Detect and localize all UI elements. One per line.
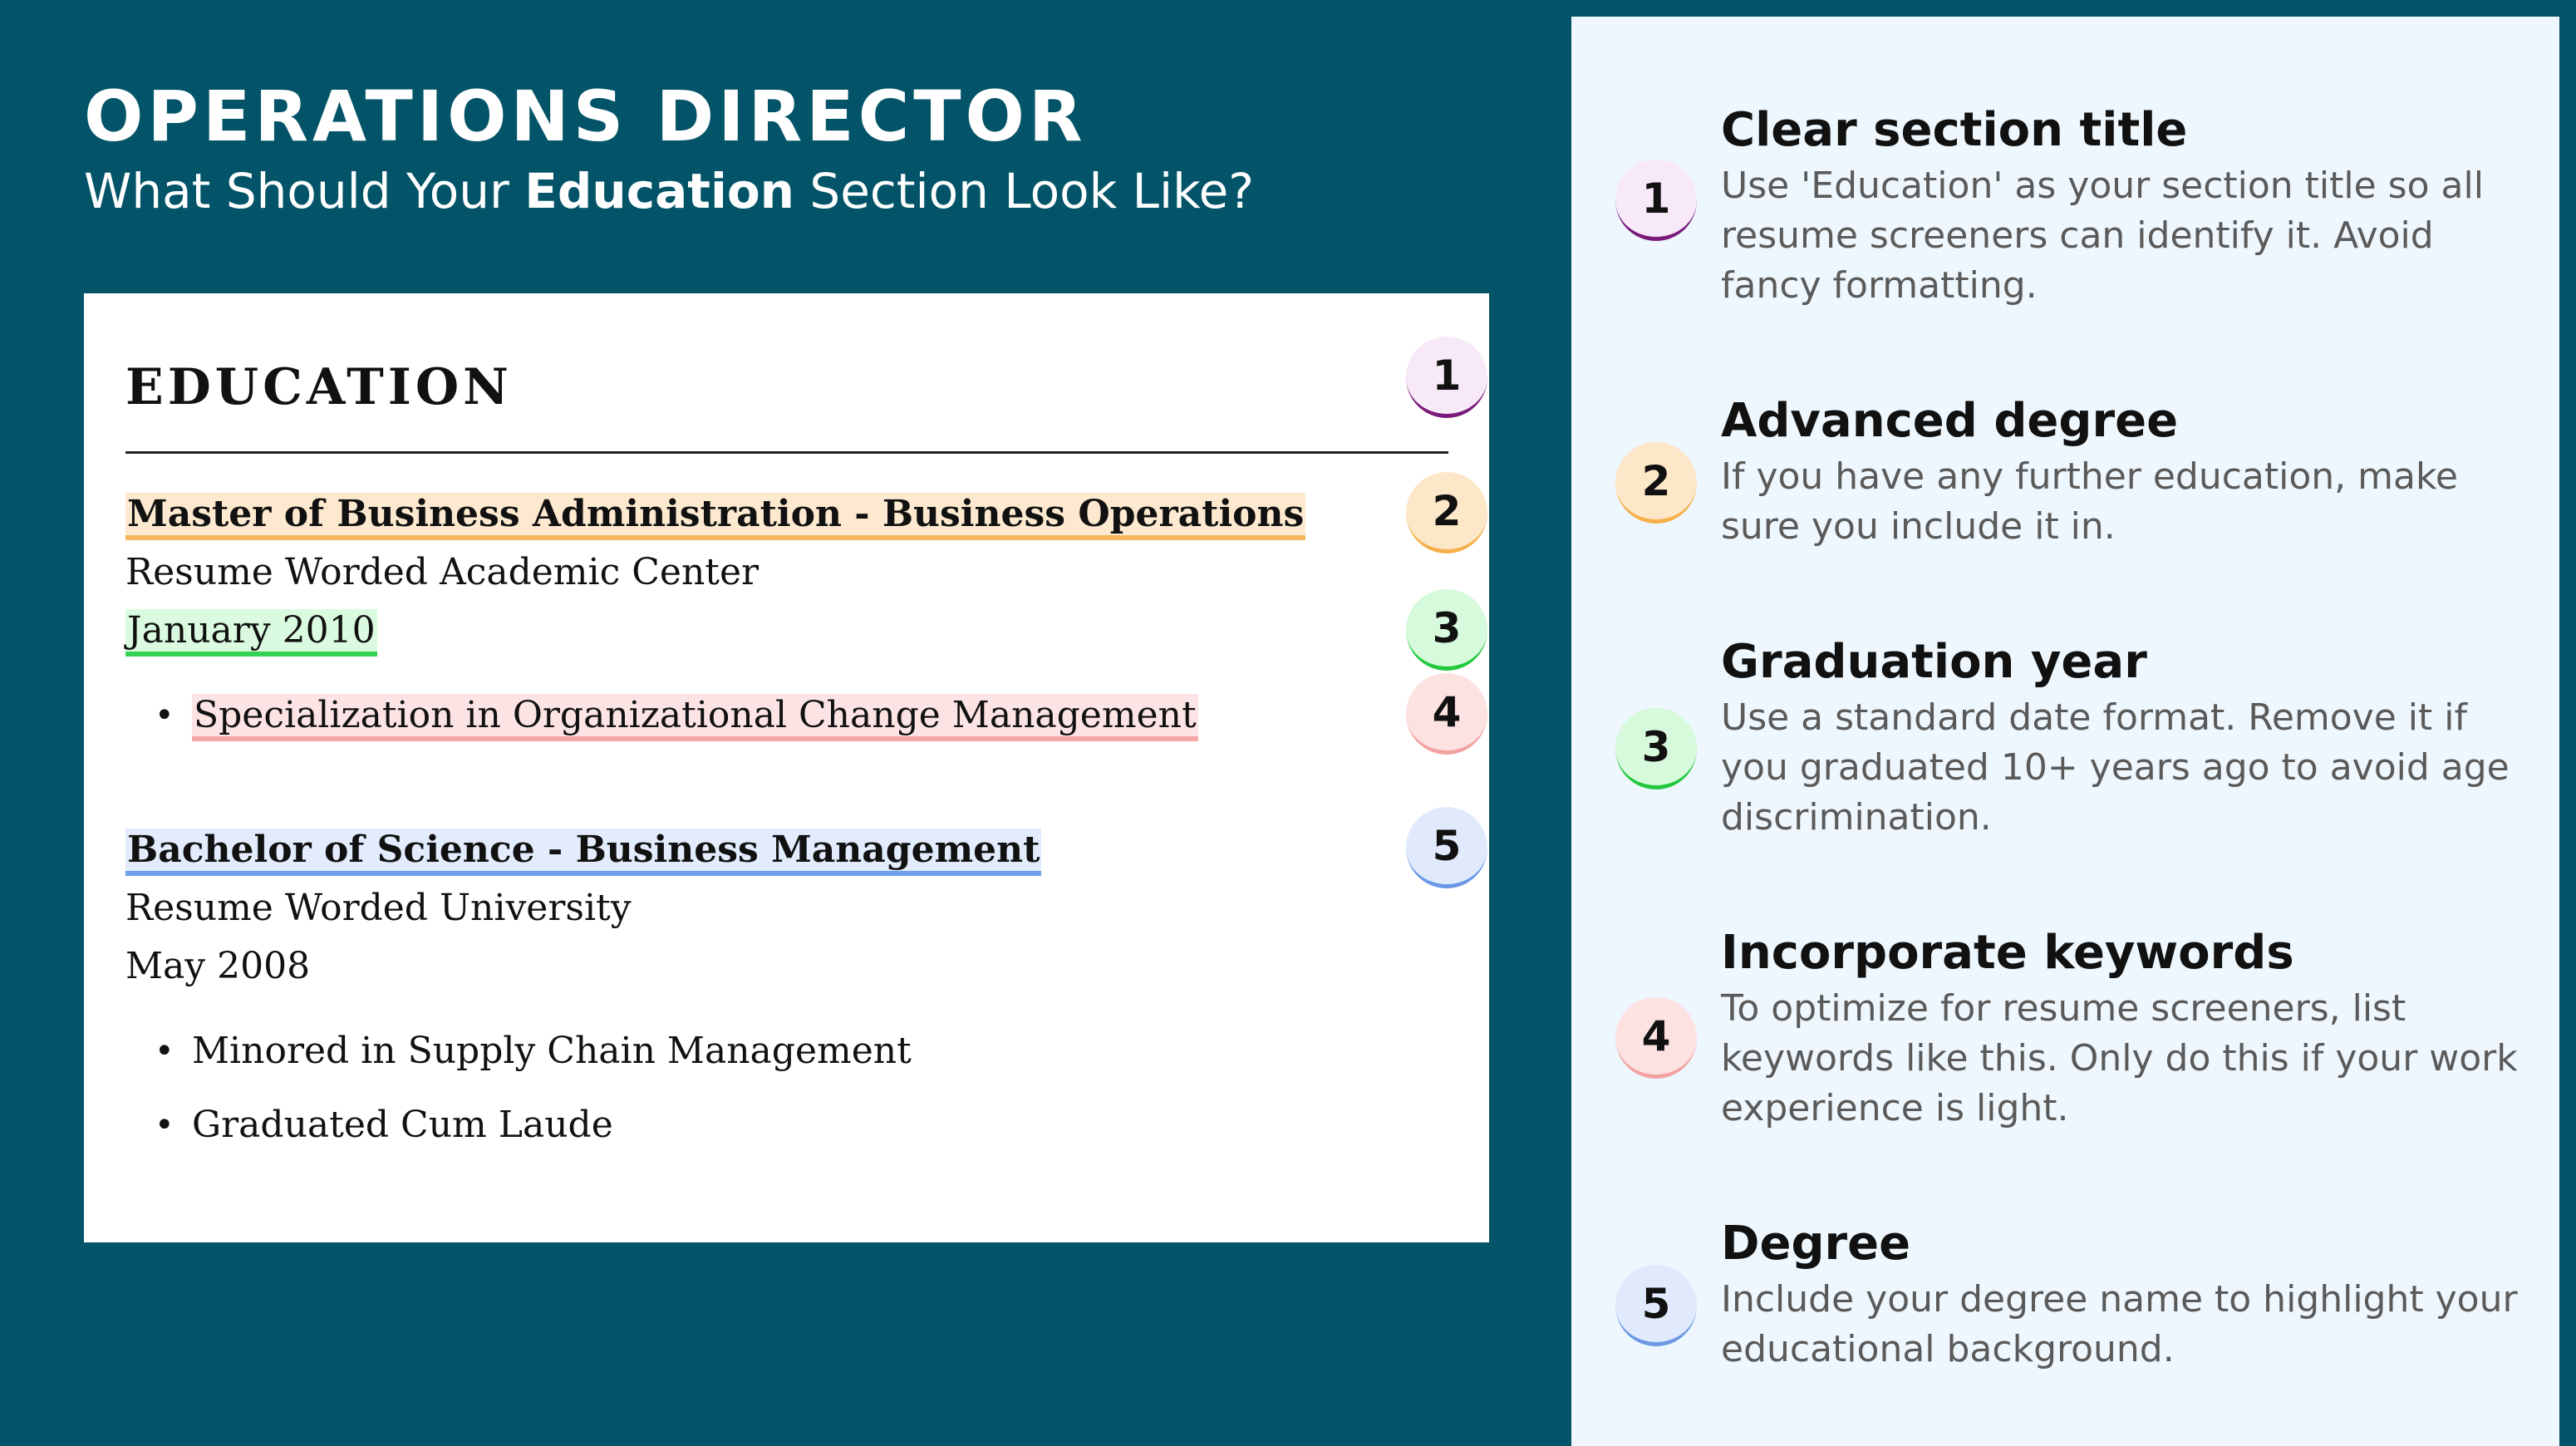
tips-panel: 1 Clear section title Use 'Education' as… [1571, 17, 2559, 1446]
tip-title: Clear section title [1721, 103, 2188, 157]
tip-number-badge: 1 [1615, 160, 1697, 241]
bullet-icon: • [155, 696, 175, 735]
subtitle-tail: Section Look Like? [794, 163, 1255, 219]
subtitle-emphasis: Education [524, 163, 794, 219]
resume-content: EDUCATION Master of Business Administrat… [125, 293, 1487, 1242]
tip-description: Use a standard date format. Remove it if… [1721, 696, 2510, 839]
tip-title: Advanced degree [1721, 394, 2179, 448]
job-title: OPERATIONS DIRECTOR [84, 76, 1087, 157]
tip-number-badge: 2 [1615, 442, 1697, 524]
callout-marker-4: 4 [1406, 673, 1487, 755]
school-name: Resume Worded University [125, 887, 632, 929]
subtitle-lead: What Should Your [84, 163, 525, 219]
tip-description: Use 'Education' as your section title so… [1721, 165, 2484, 307]
tip-description: Include your degree name to highlight yo… [1721, 1278, 2518, 1370]
bullet-icon: • [155, 1106, 175, 1144]
page-header: OPERATIONS DIRECTOR What Should Your Edu… [84, 76, 1254, 224]
tip-description: If you have any further education, make … [1721, 455, 2458, 548]
date-line: January 2010 [125, 607, 377, 657]
degree-line: Bachelor of Science - Business Managemen… [125, 827, 1042, 876]
tip-title: Degree [1721, 1217, 1911, 1271]
bullet-item: Graduated Cum Laude [192, 1104, 613, 1146]
tip-number-badge: 5 [1615, 1265, 1697, 1346]
tip-description: To optimize for resume screeners, list k… [1721, 987, 2518, 1129]
resume-example-card: EDUCATION Master of Business Administrat… [84, 293, 1489, 1242]
callout-marker-1: 1 [1406, 337, 1487, 418]
tip-number-badge: 3 [1615, 708, 1697, 789]
tip-title: Incorporate keywords [1721, 926, 2294, 980]
degree-line: Master of Business Administration - Busi… [125, 491, 1306, 540]
graduation-date: May 2008 [125, 945, 311, 987]
tip-title: Graduation year [1721, 635, 2147, 689]
callout-marker-3: 3 [1406, 589, 1487, 671]
page-subtitle: What Should Your Education Section Look … [84, 158, 1254, 224]
degree-name: Master of Business Administration - Busi… [125, 493, 1306, 540]
bullet-item: Minored in Supply Chain Management [192, 1030, 912, 1072]
degree-name: Bachelor of Science - Business Managemen… [125, 829, 1042, 876]
callout-marker-5: 5 [1406, 807, 1487, 888]
tip-number-badge: 4 [1615, 997, 1697, 1079]
bullet-item: Specialization in Organizational Change … [192, 692, 1198, 741]
education-heading: EDUCATION [125, 358, 513, 416]
bullet-icon: • [155, 1032, 175, 1070]
section-divider [125, 451, 1448, 454]
callout-marker-2: 2 [1406, 472, 1487, 553]
school-name: Resume Worded Academic Center [125, 551, 760, 593]
keyword-highlight: Specialization in Organizational Change … [192, 694, 1198, 741]
graduation-date: January 2010 [125, 609, 377, 657]
